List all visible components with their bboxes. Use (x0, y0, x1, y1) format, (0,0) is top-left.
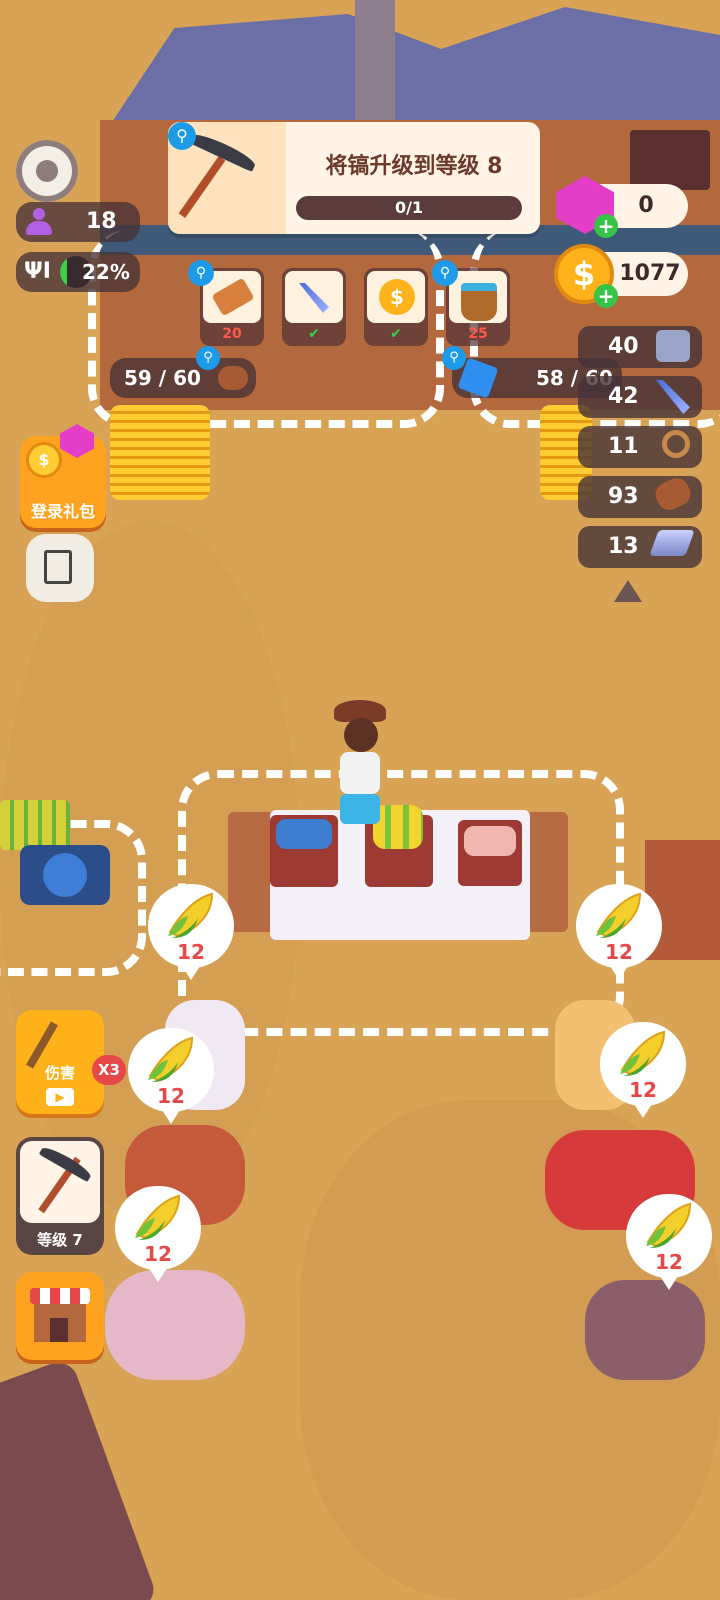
quest-progress-text: 0/1 (394, 198, 424, 217)
shop-button[interactable] (16, 1272, 104, 1360)
crate-meat (458, 820, 522, 886)
pickaxe-icon (20, 1141, 100, 1223)
corn-icon (168, 892, 214, 938)
customer-request-bubble: 12 (576, 884, 662, 980)
request-count: 12 (655, 1250, 683, 1274)
food-percent: 22% (82, 260, 130, 284)
edit-icon (44, 550, 72, 584)
coin-stack-left (110, 405, 210, 500)
customer-request-bubble: 12 (115, 1186, 201, 1282)
damage-label: 伤害 (44, 1064, 75, 1082)
corn-icon (620, 1030, 666, 1076)
storage-left-counter: 59 / 60 (110, 358, 256, 398)
rock-cliff (0, 1357, 160, 1600)
request-count: 12 (605, 940, 633, 964)
quest-progress-bar: 0/1 (296, 196, 522, 220)
customer (105, 1270, 245, 1380)
nails-icon (656, 380, 690, 414)
magnify-icon[interactable]: ⚲ (196, 346, 220, 370)
video-play-icon: ▶ (46, 1088, 74, 1106)
pickaxe-level-button[interactable]: 等级 7 (16, 1137, 104, 1255)
request-count: 12 (629, 1078, 657, 1102)
damage-multiplier-badge: X3 (92, 1055, 126, 1085)
magnify-icon[interactable]: ⚲ (442, 346, 466, 370)
population-counter: 18 (16, 202, 140, 242)
food-meter: ΨΙ 22% (16, 252, 140, 292)
login-gift-label: 登录礼包 (30, 502, 95, 521)
request-count: 12 (177, 940, 205, 964)
customer-request-bubble: 12 (128, 1028, 214, 1124)
slot-requirement: 20 (222, 326, 242, 342)
magnify-icon[interactable]: ⚲ (188, 260, 214, 286)
wood-plank-icon (211, 277, 255, 317)
store-icon (30, 1288, 90, 1344)
log-icon (651, 474, 695, 514)
magnify-icon[interactable]: ⚲ (168, 122, 196, 150)
check-icon: ✔ (308, 326, 320, 342)
iron-block-icon (656, 330, 690, 362)
water-stock (20, 845, 110, 905)
coin-icon: $ (379, 279, 415, 315)
customer-request-bubble: 12 (626, 1194, 712, 1290)
resource-value: 93 (608, 484, 639, 509)
customer (585, 1280, 705, 1380)
resource-value: 13 (608, 534, 639, 559)
damage-boost-button[interactable]: 伤害 ▶ (16, 1010, 104, 1114)
corn-stock (0, 800, 70, 850)
resource-rope: 11 (578, 426, 702, 468)
coins-value: 1077 (619, 261, 681, 286)
resource-logs: 93 (578, 474, 702, 518)
resource-value: 11 (608, 434, 639, 459)
log-icon (218, 366, 248, 390)
magnify-icon[interactable]: ⚲ (432, 260, 458, 286)
quest-banner[interactable]: ⚲ 将镐升级到等级 8 0/1 (168, 122, 540, 234)
customer-request-bubble: 12 (148, 884, 234, 980)
player-character (330, 700, 390, 830)
request-count: 12 (144, 1242, 172, 1266)
crate-water (270, 815, 338, 887)
fork-knife-icon: ΨΙ (24, 259, 51, 284)
corn-icon (646, 1202, 692, 1248)
collapse-arrow-icon[interactable] (614, 580, 642, 602)
resource-value: 42 (608, 384, 639, 409)
quest-title: 将镐升级到等级 8 (325, 154, 503, 179)
gems-value: 0 (638, 193, 654, 218)
building-roof (100, 7, 720, 140)
nails-icon (299, 283, 329, 313)
corn-icon (135, 1194, 181, 1240)
settings-gear-icon[interactable] (16, 140, 78, 202)
resource-iron: 40 (578, 326, 702, 368)
check-icon: ✔ (390, 326, 402, 342)
metal-bar-icon (649, 530, 695, 556)
build-slot-nails[interactable]: ✔ (282, 268, 346, 346)
notes-button[interactable] (26, 534, 94, 602)
resource-metal: 13 (578, 526, 702, 568)
water-bucket-icon (461, 283, 497, 321)
chimney (355, 0, 395, 120)
gift-coin-icon: $ (26, 442, 62, 478)
login-gift-button[interactable]: $ 登录礼包 (20, 424, 106, 528)
build-slot-coin[interactable]: $ ✔ (364, 268, 428, 346)
corn-icon (596, 892, 642, 938)
corn-icon (148, 1036, 194, 1082)
person-icon (26, 208, 52, 236)
population-value: 18 (86, 209, 117, 234)
pickaxe-level-label: 等级 7 (37, 1231, 83, 1249)
rope-icon (662, 430, 690, 458)
resource-value: 40 (608, 334, 639, 359)
add-gems-button[interactable]: + (594, 214, 618, 238)
customer-request-bubble: 12 (600, 1022, 686, 1118)
slot-requirement: 25 (468, 326, 488, 342)
add-coins-button[interactable]: + (594, 284, 618, 308)
storage-count: 59 / 60 (124, 366, 201, 390)
request-count: 12 (157, 1084, 185, 1108)
resource-nails: 42 (578, 376, 702, 418)
building-window (630, 130, 710, 190)
